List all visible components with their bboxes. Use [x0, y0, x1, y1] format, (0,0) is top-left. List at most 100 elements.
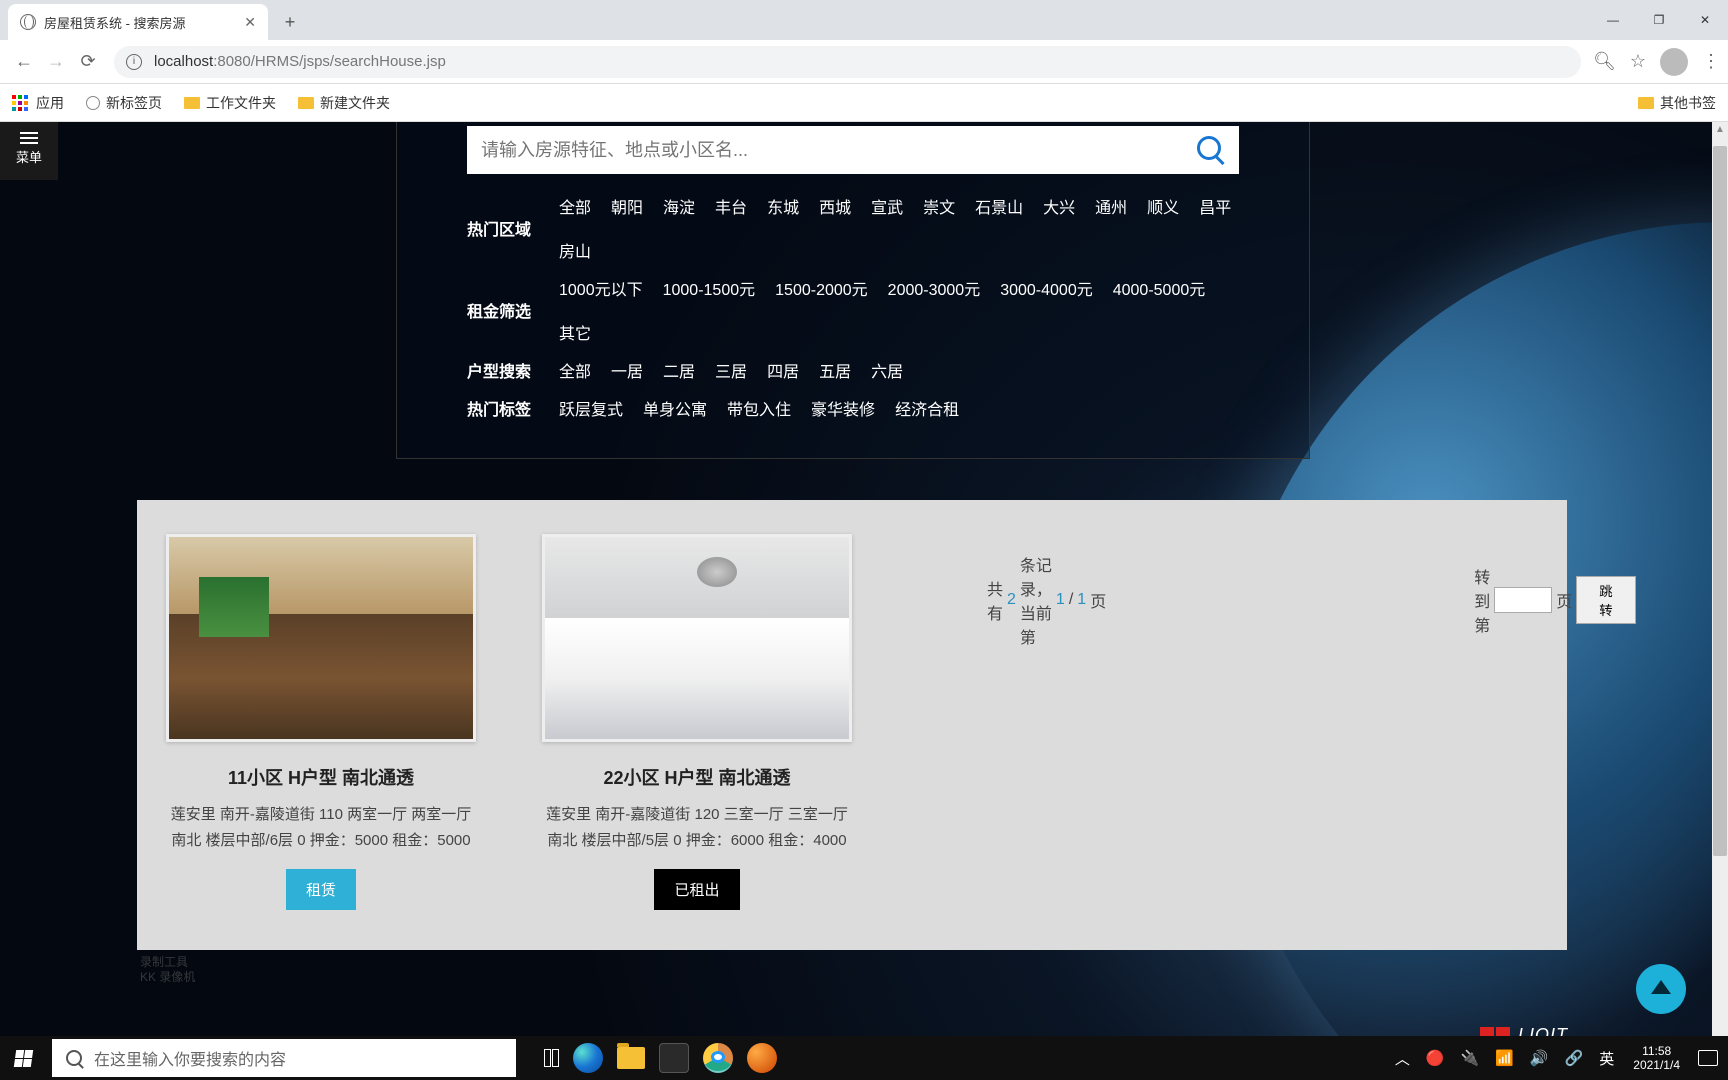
scrollbar[interactable]: ▲ ▼ — [1712, 122, 1728, 1050]
site-info-icon[interactable]: i — [126, 54, 142, 70]
bookmarks-bar: 应用 新标签页 工作文件夹 新建文件夹 其他书签 — [0, 84, 1728, 122]
filter-option[interactable]: 四居 — [767, 358, 799, 382]
page-jump-input[interactable] — [1494, 587, 1552, 613]
close-window-button[interactable]: ✕ — [1682, 0, 1728, 40]
menu-icon[interactable]: ⋮ — [1702, 51, 1720, 72]
filter-option[interactable]: 二居 — [663, 358, 695, 382]
app-icon[interactable] — [747, 1043, 777, 1073]
filter-option[interactable]: 丰台 — [715, 194, 747, 218]
task-view-button[interactable] — [544, 1049, 559, 1067]
globe-icon — [86, 96, 100, 110]
ime-indicator[interactable]: 英 — [1596, 1048, 1617, 1069]
start-button[interactable] — [0, 1036, 46, 1080]
filter-option[interactable]: 大兴 — [1043, 194, 1075, 218]
filter-option[interactable]: 1500-2000元 — [775, 276, 868, 300]
taskbar: 在这里输入你要搜索的内容 ︿ 🔴 🔌 📶 🔊 🔗 英 11:58 2021/1/… — [0, 1036, 1728, 1080]
apps-button[interactable]: 应用 — [12, 93, 64, 113]
filter-option[interactable]: 4000-5000元 — [1113, 276, 1206, 300]
filter-option[interactable]: 石景山 — [975, 194, 1023, 218]
filter-option[interactable]: 崇文 — [923, 194, 955, 218]
filter-option[interactable]: 房山 — [559, 238, 591, 262]
menu-button[interactable]: 菜单 — [0, 122, 58, 180]
filter-option[interactable]: 带包入住 — [727, 396, 791, 420]
filter-option[interactable]: 全部 — [559, 358, 591, 382]
filter-option[interactable]: 1000元以下 — [559, 276, 643, 300]
filter-option[interactable]: 跃层复式 — [559, 396, 623, 420]
tab-close-icon[interactable]: ✕ — [244, 14, 256, 31]
bookmark-work-folder[interactable]: 工作文件夹 — [184, 93, 276, 113]
filter-option[interactable]: 顺义 — [1147, 194, 1179, 218]
bookmark-star-icon[interactable]: ☆ — [1630, 51, 1646, 72]
other-bookmarks[interactable]: 其他书签 — [1638, 93, 1716, 113]
zoom-icon[interactable]: 🔍︎ — [1593, 51, 1616, 72]
house-description: 莲安里 南开-嘉陵道街 120 三室一厅 三室一厅 南北 楼层中部/5层 0 押… — [537, 802, 857, 853]
search-icon[interactable] — [1197, 136, 1225, 164]
file-explorer-icon[interactable] — [617, 1047, 645, 1069]
link-icon[interactable]: 🔗 — [1562, 1049, 1587, 1067]
url-path: /HRMS/jsps/searchHouse.jsp — [251, 53, 446, 70]
back-button[interactable]: ← — [8, 46, 40, 78]
scroll-to-top-button[interactable] — [1636, 964, 1686, 1014]
profile-avatar[interactable] — [1660, 48, 1688, 76]
filter-rent: 租金筛选 1000元以下1000-1500元1500-2000元2000-300… — [467, 276, 1239, 344]
filter-option[interactable]: 昌平 — [1199, 194, 1231, 218]
bookmark-new-folder[interactable]: 新建文件夹 — [298, 93, 390, 113]
filter-option[interactable]: 三居 — [715, 358, 747, 382]
reload-button[interactable]: ⟳ — [72, 46, 104, 78]
tab-strip: 房屋租赁系统 - 搜索房源 ✕ + — ❐ ✕ — [0, 0, 1728, 40]
volume-icon[interactable]: 🔊 — [1527, 1049, 1552, 1067]
window-controls: — ❐ ✕ — [1590, 0, 1728, 40]
new-tab-button[interactable]: + — [276, 8, 304, 36]
filter-option[interactable]: 单身公寓 — [643, 396, 707, 420]
filter-option[interactable]: 经济合租 — [895, 396, 959, 420]
search-input[interactable] — [481, 140, 1197, 161]
house-image[interactable] — [542, 534, 852, 742]
power-icon[interactable]: 🔌 — [1458, 1049, 1483, 1067]
rented-label: 已租出 — [654, 869, 739, 910]
recorder-watermark: 录制工具 KK 录像机 — [140, 955, 195, 984]
filter-option[interactable]: 东城 — [767, 194, 799, 218]
filter-option[interactable]: 宣武 — [871, 194, 903, 218]
filter-option[interactable]: 五居 — [819, 358, 851, 382]
system-tray: ︿ 🔴 🔌 📶 🔊 🔗 英 11:58 2021/1/4 — [1392, 1036, 1728, 1080]
clock[interactable]: 11:58 2021/1/4 — [1633, 1044, 1680, 1073]
minimize-button[interactable]: — — [1590, 0, 1636, 40]
house-title: 22小区 H户型 南北通透 — [603, 764, 790, 790]
bookmark-newtab[interactable]: 新标签页 — [86, 93, 162, 113]
filter-option[interactable]: 六居 — [871, 358, 903, 382]
windows-logo-icon — [13, 1050, 32, 1067]
notification-icon[interactable] — [1698, 1050, 1718, 1066]
filter-option[interactable]: 西城 — [819, 194, 851, 218]
house-image[interactable] — [166, 534, 476, 742]
wifi-icon[interactable]: 📶 — [1492, 1049, 1517, 1067]
tray-expand-icon[interactable]: ︿ — [1392, 1048, 1413, 1069]
filter-option[interactable]: 全部 — [559, 194, 591, 218]
filter-option[interactable]: 一居 — [611, 358, 643, 382]
forward-button[interactable]: → — [40, 46, 72, 78]
edge-icon[interactable] — [573, 1043, 603, 1073]
maximize-button[interactable]: ❐ — [1636, 0, 1682, 40]
filter-option[interactable]: 通州 — [1095, 194, 1127, 218]
browser-tab[interactable]: 房屋租赁系统 - 搜索房源 ✕ — [8, 4, 268, 40]
taskbar-search[interactable]: 在这里输入你要搜索的内容 — [52, 1039, 516, 1077]
scroll-thumb[interactable] — [1713, 146, 1727, 856]
filter-option[interactable]: 1000-1500元 — [663, 276, 756, 300]
app-icon[interactable] — [659, 1043, 689, 1073]
tray-app-icon[interactable]: 🔴 — [1423, 1049, 1448, 1067]
chrome-icon[interactable] — [703, 1043, 733, 1073]
scroll-up-icon[interactable]: ▲ — [1715, 124, 1725, 135]
filter-option[interactable]: 海淀 — [663, 194, 695, 218]
filter-tag: 热门标签 跃层复式单身公寓带包入住豪华装修经济合租 — [467, 396, 1239, 420]
filter-option[interactable]: 3000-4000元 — [1000, 276, 1093, 300]
page-jump-button[interactable]: 跳转 — [1576, 576, 1635, 624]
toolbar: ← → ⟳ i localhost:8080/HRMS/jsps/searchH… — [0, 40, 1728, 84]
rent-button[interactable]: 租赁 — [286, 869, 356, 910]
address-bar[interactable]: i localhost:8080/HRMS/jsps/searchHouse.j… — [114, 46, 1581, 78]
filter-option[interactable]: 其它 — [559, 320, 591, 344]
tab-title: 房屋租赁系统 - 搜索房源 — [44, 13, 186, 32]
filter-option[interactable]: 豪华装修 — [811, 396, 875, 420]
taskbar-apps — [544, 1036, 777, 1080]
filter-option[interactable]: 2000-3000元 — [888, 276, 981, 300]
filter-option[interactable]: 朝阳 — [611, 194, 643, 218]
folder-icon — [184, 97, 200, 109]
